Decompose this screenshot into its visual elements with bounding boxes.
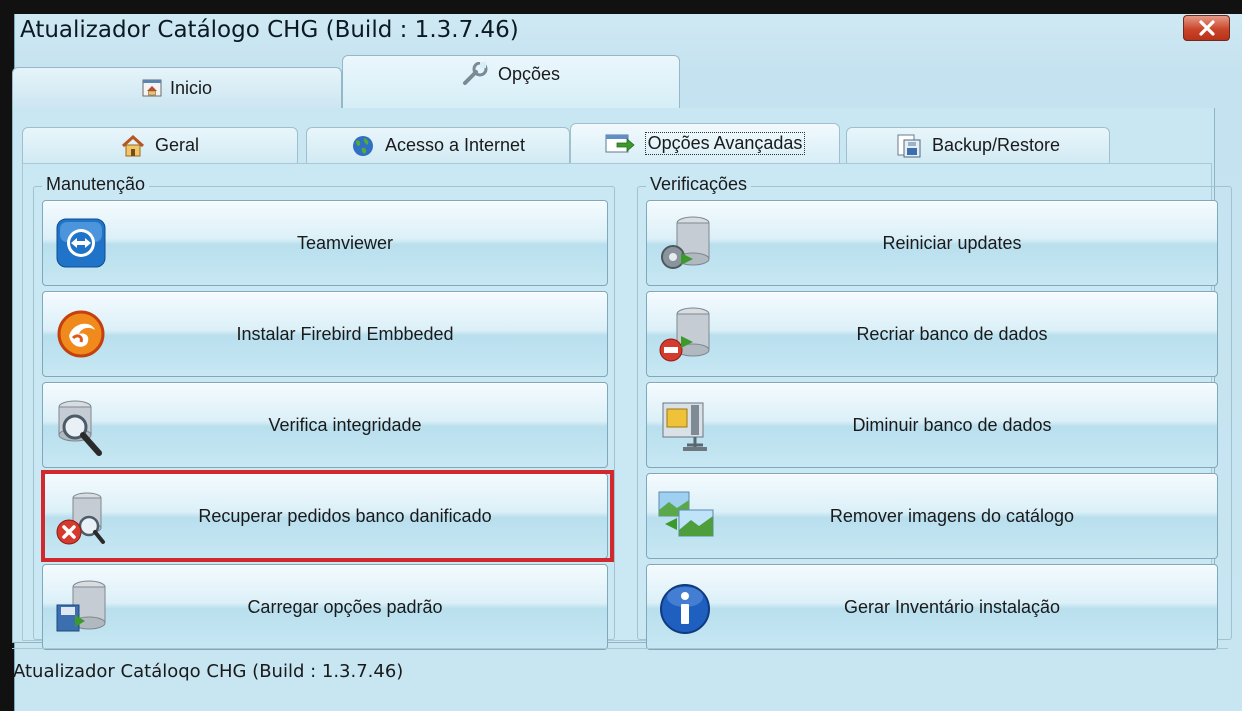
home-window-icon [142, 79, 162, 97]
group-verificacoes-title: Verificações [646, 174, 752, 195]
database-load-icon [56, 580, 106, 632]
house-icon [121, 134, 144, 156]
firebird-icon [57, 310, 105, 358]
remover-imagens-button[interactable]: Remover imagens do catálogo [646, 473, 1218, 559]
recuperar-pedidos-label: Recuperar pedidos banco danificado [198, 505, 492, 526]
images-icon [658, 491, 714, 537]
recriar-banco-label: Recriar banco de dados [856, 323, 1048, 344]
close-icon [1198, 20, 1215, 36]
group-manutencao: Manutenção Teamviewer Instalar Firebird … [33, 174, 615, 650]
reiniciar-updates-button[interactable]: Reiniciar updates [646, 200, 1218, 286]
globe-icon [352, 135, 373, 156]
remover-imagens-label: Remover imagens do catálogo [829, 505, 1075, 526]
teamviewer-button[interactable]: Teamviewer [42, 200, 608, 286]
close-button[interactable] [1183, 15, 1230, 41]
diminuir-banco-button[interactable]: Diminuir banco de dados [646, 382, 1218, 468]
reiniciar-updates-label: Reiniciar updates [882, 232, 1022, 253]
tab-inicio-label: Inicio [169, 77, 213, 98]
teamviewer-icon [56, 218, 106, 268]
instalar-firebird-label: Instalar Firebird Embbeded [236, 323, 454, 344]
database-gear-icon [661, 216, 710, 269]
database-error-icon [56, 492, 105, 545]
verifica-integridade-label: Verifica integridade [268, 414, 422, 435]
instalar-firebird-button[interactable]: Instalar Firebird Embbeded [42, 291, 608, 377]
tab-opcoes[interactable]: Opções [342, 55, 680, 108]
group-verificacoes: Verificações Reiniciar updates Recriar b… [637, 174, 1232, 650]
teamviewer-label: Teamviewer [296, 232, 394, 253]
tab-backup-restore-label: Backup/Restore [931, 135, 1061, 155]
window-title: Atualizador Catálogo CHG (Build : 1.3.7.… [20, 17, 519, 43]
tab-backup-restore[interactable]: Backup/Restore [846, 127, 1110, 163]
gerar-inventario-button[interactable]: Gerar Inventário instalação [646, 564, 1218, 650]
gerar-inventario-label: Gerar Inventário instalação [843, 596, 1061, 617]
tab-opcoes-avancadas-label: Opções Avançadas [644, 132, 806, 155]
compress-icon [662, 402, 707, 451]
database-search-icon [58, 400, 102, 456]
diminuir-banco-label: Diminuir banco de dados [852, 414, 1052, 435]
recuperar-pedidos-button[interactable]: Recuperar pedidos banco danificado [42, 473, 608, 559]
backup-icon [897, 134, 921, 157]
tab-acesso-internet-label: Acesso a Internet [384, 135, 526, 155]
carregar-opcoes-label: Carregar opções padrão [247, 596, 443, 617]
tab-inicio[interactable]: Inicio [12, 67, 342, 108]
tab-geral[interactable]: Geral [22, 127, 298, 163]
tab-opcoes-avancadas[interactable]: Opções Avançadas [570, 123, 840, 163]
info-icon [660, 584, 710, 634]
tab-geral-label: Geral [154, 135, 199, 155]
status-bar: Atualizador Catáloqo CHG (Build : 1.3.7.… [12, 648, 1228, 695]
carregar-opcoes-button[interactable]: Carregar opções padrão [42, 564, 608, 650]
database-remove-icon [659, 307, 710, 362]
wrench-icon [462, 62, 488, 85]
tab-opcoes-label: Opções [497, 63, 561, 84]
verifica-integridade-button[interactable]: Verifica integridade [42, 382, 608, 468]
arrow-window-icon [605, 134, 635, 152]
recriar-banco-button[interactable]: Recriar banco de dados [646, 291, 1218, 377]
tab-acesso-internet[interactable]: Acesso a Internet [306, 127, 570, 163]
group-manutencao-title: Manutenção [42, 174, 150, 195]
